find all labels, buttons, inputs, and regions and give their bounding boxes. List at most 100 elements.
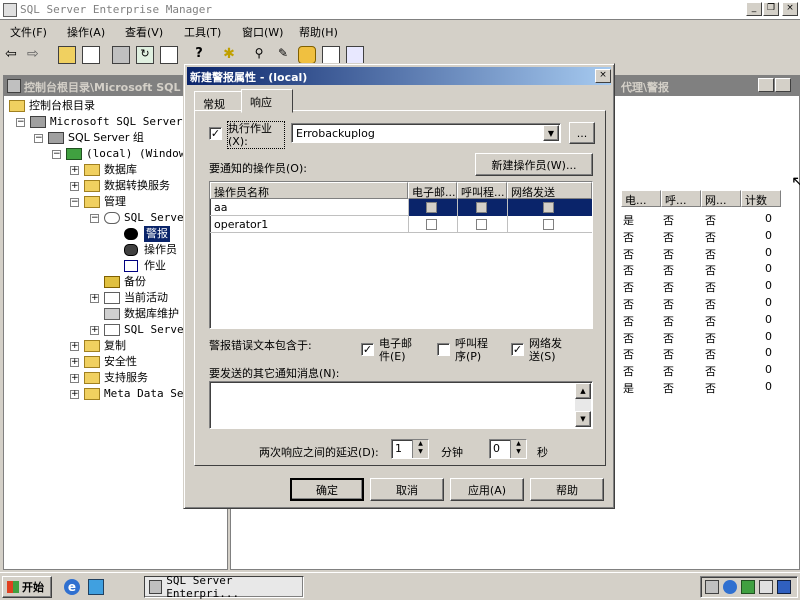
new-item-icon[interactable]: ✱ (220, 46, 238, 64)
minimize-button[interactable]: _ (746, 2, 762, 16)
maximize-button[interactable]: ❐ (763, 2, 779, 16)
include-email-checkbox[interactable]: ✓ (361, 343, 374, 356)
expand-icon[interactable]: + (70, 358, 79, 367)
tab-general[interactable]: 常规 (194, 91, 242, 111)
list-col-netsend[interactable]: 网... (701, 190, 741, 207)
up-folder-icon[interactable] (58, 46, 76, 64)
collapse-icon[interactable]: − (34, 134, 43, 143)
execute-job-checkbox[interactable]: ✓ (209, 127, 222, 140)
apply-button[interactable]: 应用(A) (450, 478, 524, 501)
collapse-icon[interactable]: − (52, 150, 61, 159)
collapse-icon[interactable]: − (70, 198, 79, 207)
scroll-up-icon[interactable]: ▲ (575, 383, 591, 399)
minutes-spinner[interactable]: ▲ ▼ (412, 440, 428, 458)
list-row[interactable]: 否 否 否 0 (621, 246, 781, 262)
list-row[interactable]: 否 否 否 0 (621, 313, 781, 329)
grid-col-email[interactable]: 电子邮... (408, 182, 457, 199)
include-netsend-checkbox[interactable]: ✓ (511, 343, 524, 356)
tab-response[interactable]: 响应 (241, 89, 293, 113)
internet-explorer-icon[interactable]: e (64, 579, 80, 595)
taskbar-enterprise-manager[interactable]: SQL Server Enterpri... (144, 574, 304, 600)
log-icon[interactable] (346, 46, 364, 64)
seconds-spinner[interactable]: ▲ ▼ (510, 440, 526, 458)
wizard-icon[interactable]: ⚲ (250, 46, 268, 64)
list-row[interactable]: 是 否 否 0 (621, 380, 781, 396)
grid-col-netsend[interactable]: 网络发送 (507, 182, 592, 199)
start-button[interactable]: 开始 (2, 576, 52, 598)
refresh-icon[interactable]: ↻ (136, 46, 154, 64)
expand-icon[interactable]: + (70, 390, 79, 399)
netsend-checkbox[interactable] (543, 219, 554, 230)
collapse-icon[interactable]: − (90, 214, 99, 223)
list-row[interactable]: 否 否 否 0 (621, 330, 781, 346)
edit-icon[interactable]: ✎ (274, 46, 292, 64)
pager-checkbox[interactable] (476, 219, 487, 230)
main-title-bar[interactable]: SQL Server Enterprise Manager _ ❐ × (0, 0, 800, 20)
additional-message-textarea[interactable]: ▲ ▼ (209, 381, 593, 429)
menu-action[interactable]: 操作(A) (67, 24, 105, 40)
menu-tools[interactable]: 工具(T) (184, 24, 221, 40)
list-restore-button[interactable]: ❐ (775, 78, 791, 92)
dropdown-arrow-icon[interactable]: ▼ (543, 125, 559, 141)
expand-icon[interactable]: + (70, 342, 79, 351)
expand-icon[interactable]: + (70, 182, 79, 191)
netsend-checkbox[interactable] (543, 202, 554, 213)
expand-icon[interactable]: + (90, 326, 99, 335)
tray-icon-2[interactable] (723, 580, 737, 594)
list-col-count[interactable]: 计数 (741, 190, 781, 207)
expand-icon[interactable]: + (70, 374, 79, 383)
list-row[interactable]: 否 否 否 0 (621, 346, 781, 362)
expand-icon[interactable]: + (90, 294, 99, 303)
delay-seconds-input[interactable]: 0 ▲ ▼ (489, 439, 527, 459)
database-icon[interactable] (298, 46, 316, 64)
tray-icon-4[interactable] (759, 580, 773, 594)
dialog-title[interactable]: 新建警报属性 - (local) (187, 67, 611, 85)
show-tree-icon[interactable] (82, 46, 100, 64)
grid-col-operator-name[interactable]: 操作员名称 (210, 182, 408, 199)
menu-window[interactable]: 窗口(W) (242, 24, 283, 40)
include-pager-checkbox[interactable] (437, 343, 450, 356)
list-minimize-button[interactable]: _ (758, 78, 774, 92)
list-row[interactable]: 否 否 否 0 (621, 229, 781, 245)
help-icon[interactable]: ? (190, 46, 208, 64)
scroll-down-icon[interactable]: ▼ (575, 411, 591, 427)
list-row[interactable]: 否 否 否 0 (621, 262, 781, 278)
menu-view[interactable]: 查看(V) (125, 24, 163, 40)
email-checkbox[interactable] (426, 219, 437, 230)
tray-icon-1[interactable] (705, 580, 719, 594)
grid-row[interactable]: operator1 (210, 216, 592, 233)
delay-minutes-input[interactable]: 1 ▲ ▼ (391, 439, 429, 459)
pager-checkbox[interactable] (476, 202, 487, 213)
grid-col-pager[interactable]: 呼叫程... (457, 182, 507, 199)
expand-icon[interactable]: + (70, 166, 79, 175)
list-col-email[interactable]: 电... (621, 190, 661, 207)
show-desktop-icon[interactable] (88, 579, 104, 595)
list-col-pager[interactable]: 呼... (661, 190, 701, 207)
operator-icon (124, 244, 138, 256)
new-operator-button[interactable]: 新建操作员(W)... (475, 153, 593, 176)
grid-row-selected[interactable]: aa (210, 199, 592, 216)
menu-help[interactable]: 帮助(H) (299, 24, 338, 40)
ok-button[interactable]: 确定 (290, 478, 364, 501)
email-checkbox[interactable] (426, 202, 437, 213)
list-row[interactable]: 否 否 否 0 (621, 279, 781, 295)
list-row[interactable]: 否 否 否 0 (621, 363, 781, 379)
tray-icon-5[interactable] (777, 580, 791, 594)
dialog-close-button[interactable]: × (595, 69, 611, 83)
menu-file[interactable]: 文件(F) (10, 24, 47, 40)
cancel-button[interactable]: 取消 (370, 478, 444, 501)
list-row[interactable]: 否 否 否 0 (621, 296, 781, 312)
help-button[interactable]: 帮助 (530, 478, 604, 501)
forward-icon[interactable]: ⇨ (27, 46, 45, 64)
tray-icon-3[interactable] (741, 580, 755, 594)
job-select[interactable]: Errobackuplog ▼ (291, 123, 561, 143)
back-icon[interactable]: ⇦ (5, 46, 23, 64)
list-row[interactable]: 是 否 否 0 (621, 212, 781, 228)
textarea-scrollbar[interactable]: ▲ ▼ (575, 383, 591, 427)
close-button[interactable]: × (782, 2, 798, 16)
collapse-icon[interactable]: − (16, 118, 25, 127)
query-icon[interactable] (322, 46, 340, 64)
export-icon[interactable] (160, 46, 178, 64)
browse-job-button[interactable]: ... (569, 122, 595, 144)
properties-icon[interactable] (112, 46, 130, 64)
